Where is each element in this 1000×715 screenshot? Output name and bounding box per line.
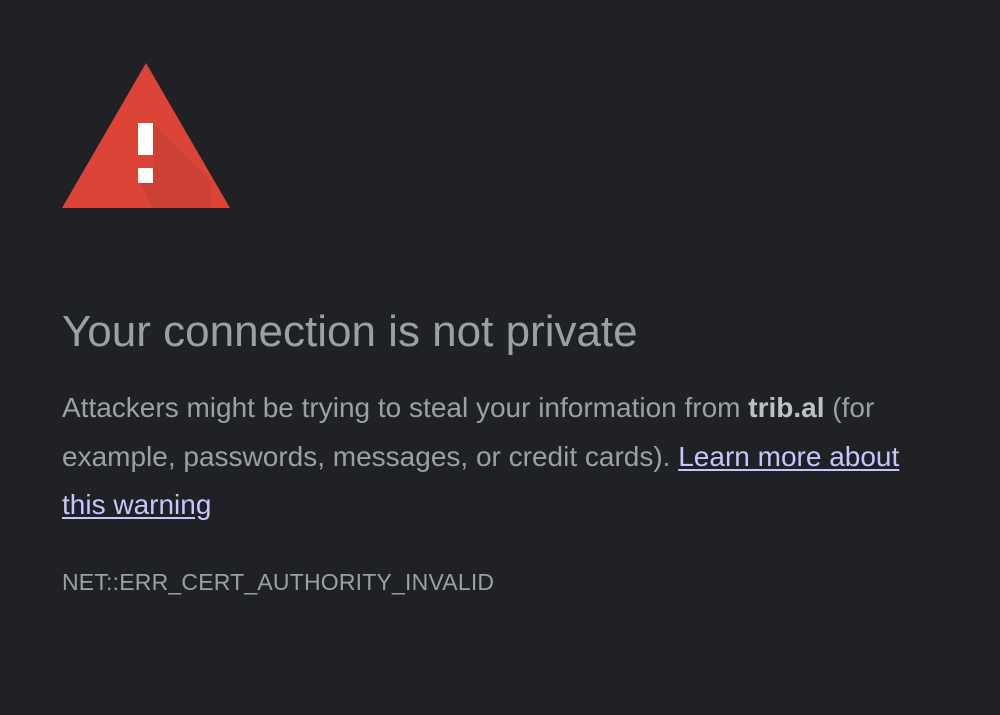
page-title: Your connection is not private bbox=[62, 307, 638, 356]
warning-description: Attackers might be trying to steal your … bbox=[62, 384, 942, 530]
warning-triangle-icon bbox=[62, 63, 230, 208]
interstitial-page: Your connection is not private Attackers… bbox=[0, 0, 1000, 715]
host-name: trib.al bbox=[748, 392, 825, 423]
description-text: Attackers might be trying to steal your … bbox=[62, 392, 749, 423]
error-code: NET::ERR_CERT_AUTHORITY_INVALID bbox=[62, 569, 495, 595]
